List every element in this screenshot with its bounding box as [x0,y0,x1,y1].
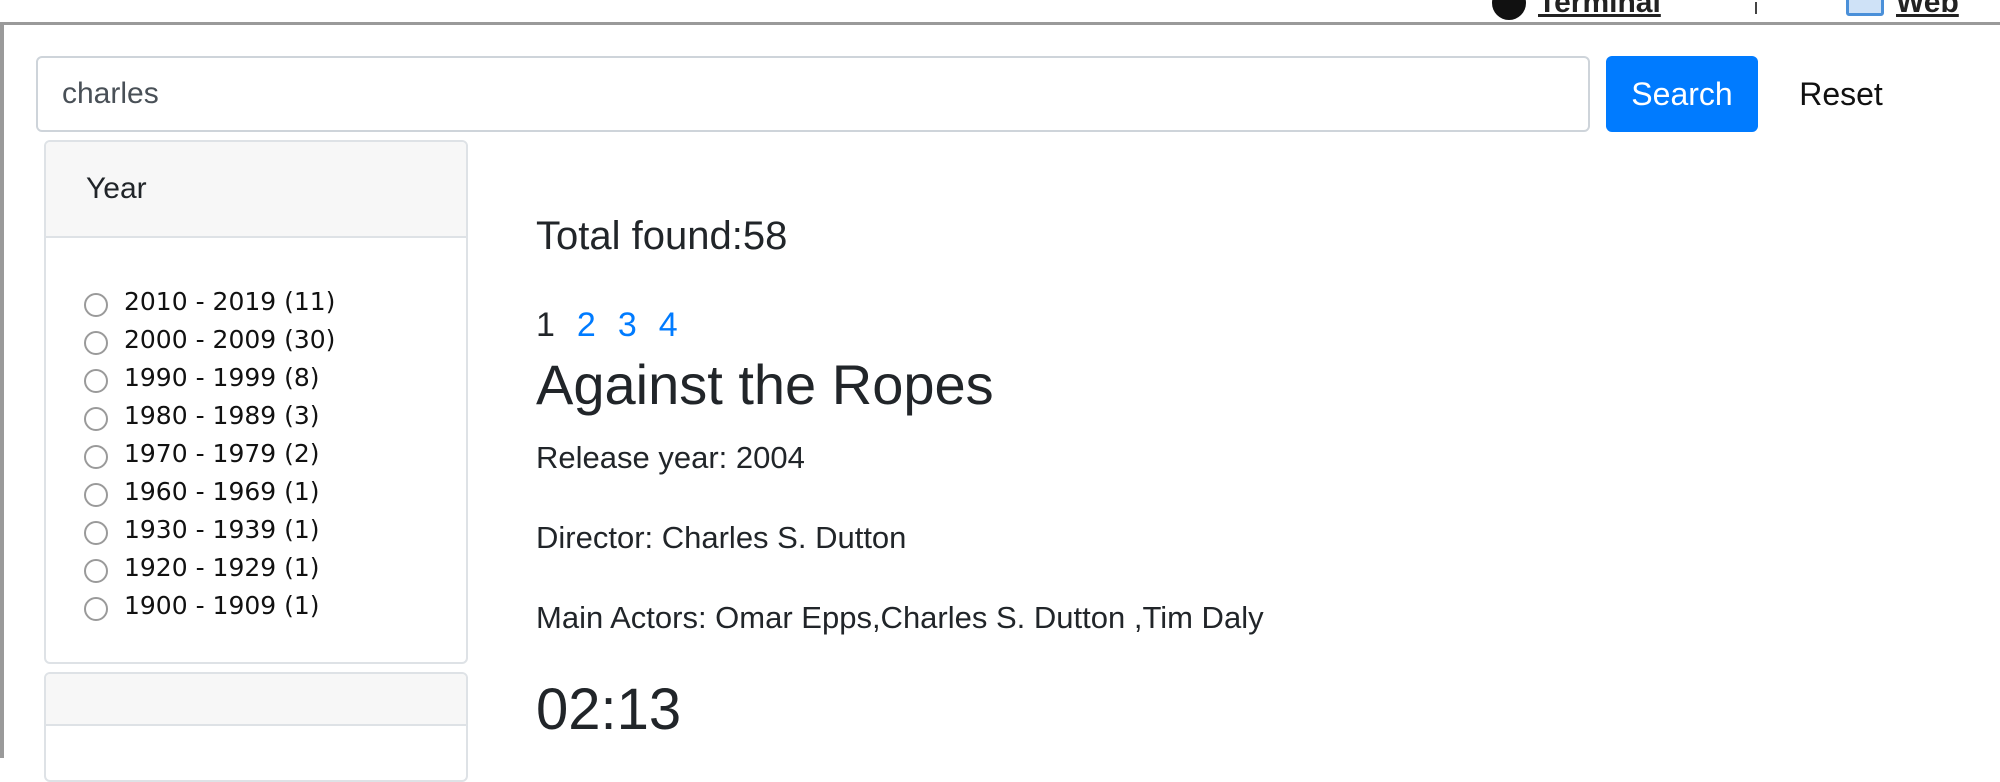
radio-button[interactable] [84,521,108,545]
radio-button[interactable] [84,293,108,317]
movie-title: Against the Ropes [536,353,994,416]
page-link-4[interactable]: 4 [659,306,678,345]
year-option[interactable]: 1990 - 1999 (8) [84,358,335,396]
year-option[interactable]: 1960 - 1969 (1) [84,472,335,510]
year-option[interactable]: 1920 - 1929 (1) [84,548,335,586]
radio-button[interactable] [84,597,108,621]
terminal-link-label: Terminal [1538,0,1661,19]
year-option-label: 2000 - 2009 (30) [124,324,336,354]
search-input[interactable] [36,56,1590,132]
year-option-label: 1930 - 1939 (1) [124,514,320,544]
year-option[interactable]: 1980 - 1989 (3) [84,396,335,434]
reset-button[interactable]: Reset [1770,56,1912,132]
page-link-1[interactable]: 1 [536,306,555,345]
radio-button[interactable] [84,331,108,355]
radio-button[interactable] [84,445,108,469]
year-option-label: 1920 - 1929 (1) [124,552,320,582]
release-year: Release year: 2004 [536,440,805,475]
duration: 02:13 [536,677,682,742]
radio-button[interactable] [84,559,108,583]
web-link[interactable]: Web [1846,0,1959,20]
second-facet-title [46,674,466,726]
total-found: Total found:58 [536,214,788,258]
year-facet-title: Year [46,142,466,238]
director: Director: Charles S. Dutton [536,520,907,555]
terminal-link[interactable]: Terminal [1492,0,1661,20]
year-option-label: 1970 - 1979 (2) [124,438,320,468]
monitor-icon [1846,0,1884,16]
web-link-label: Web [1896,0,1959,19]
year-option[interactable]: 2010 - 2019 (11) [84,282,335,320]
second-facet-card [44,672,468,782]
year-options-list: 2010 - 2019 (11) 2000 - 2009 (30) 1990 -… [84,282,335,624]
year-option-label: 1960 - 1969 (1) [124,476,320,506]
main-actors: Main Actors: Omar Epps,Charles S. Dutton… [536,600,1264,635]
year-option[interactable]: 2000 - 2009 (30) [84,320,335,358]
year-option[interactable]: 1900 - 1909 (1) [84,586,335,624]
year-option-label: 2010 - 2019 (11) [124,286,336,316]
top-toolbar: Terminal Web [0,0,2000,25]
radio-button[interactable] [84,483,108,507]
search-button[interactable]: Search [1606,56,1758,132]
toolbar-divider [1755,2,1757,14]
radio-button[interactable] [84,369,108,393]
year-option-label: 1990 - 1999 (8) [124,362,320,392]
year-option-label: 1900 - 1909 (1) [124,590,320,620]
year-option-label: 1980 - 1989 (3) [124,400,320,430]
page-link-3[interactable]: 3 [618,306,637,345]
year-facet-card: Year 2010 - 2019 (11) 2000 - 2009 (30) 1… [44,140,468,664]
pagination: 1 2 3 4 [536,306,678,345]
page-link-2[interactable]: 2 [577,306,596,345]
terminal-icon [1492,0,1526,20]
radio-button[interactable] [84,407,108,431]
year-option[interactable]: 1970 - 1979 (2) [84,434,335,472]
year-option[interactable]: 1930 - 1939 (1) [84,510,335,548]
window-frame-left [0,22,4,758]
